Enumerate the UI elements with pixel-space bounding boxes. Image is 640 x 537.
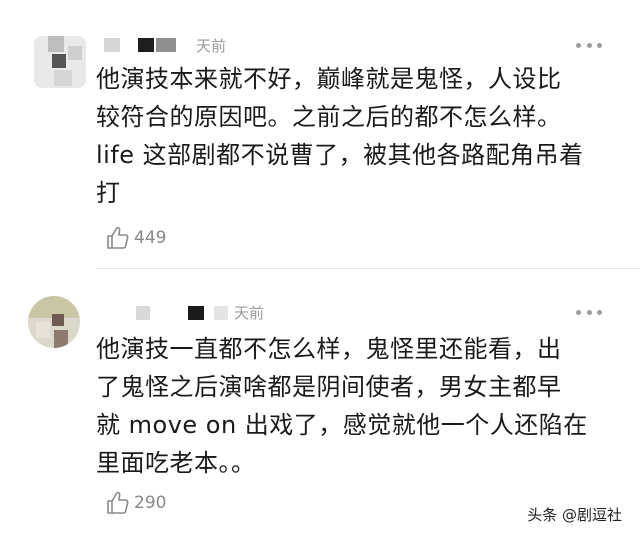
comment-text-line: 了鬼怪之后演啥都是阴间使者，男女主都早 (96, 373, 562, 401)
like-button[interactable]: 290 (104, 489, 166, 517)
comment-item: 天前 他演技本来就不好，巅峰就是鬼怪，人设比 较符合的原因吧。之前之后的都不怎么… (0, 0, 640, 270)
like-count: 290 (134, 493, 167, 513)
more-options-icon[interactable] (576, 309, 602, 315)
comment-time: 天前 (196, 37, 227, 55)
comment-text: 他演技一直都不怎么样，鬼怪里还能看，出 了鬼怪之后演啥都是阴间使者，男女主都早 … (96, 330, 616, 482)
avatar[interactable] (28, 296, 80, 348)
like-button[interactable]: 449 (104, 224, 166, 252)
comment-text-line: 他演技本来就不好，巅峰就是鬼怪，人设比 (96, 65, 562, 93)
comment-text-line: 就 move on 出戏了，感觉就他一个人还陷在 (96, 411, 588, 439)
username-redacted[interactable] (104, 302, 244, 324)
like-count: 449 (134, 228, 167, 248)
thumbs-up-icon (107, 491, 129, 514)
comment-text-line: 他演技一直都不怎么样，鬼怪里还能看，出 (96, 335, 562, 363)
comment-time: 天前 (234, 304, 265, 322)
comment-text: 他演技本来就不好，巅峰就是鬼怪，人设比 较符合的原因吧。之前之后的都不怎么样。 … (96, 60, 616, 212)
avatar[interactable] (34, 36, 86, 88)
comment-text-line: 打 (96, 179, 121, 207)
comment-text-line: 较符合的原因吧。之前之后的都不怎么样。 (96, 103, 562, 131)
more-options-icon[interactable] (576, 42, 602, 48)
thumbs-up-icon (107, 226, 129, 249)
comment-divider (96, 268, 640, 269)
source-watermark: 头条 @剧逗社 (523, 503, 626, 527)
comment-text-line: life 这部剧都不说曹了，被其他各路配角吊着 (96, 141, 584, 169)
comment-text-line: 里面吃老本。。 (96, 449, 256, 477)
